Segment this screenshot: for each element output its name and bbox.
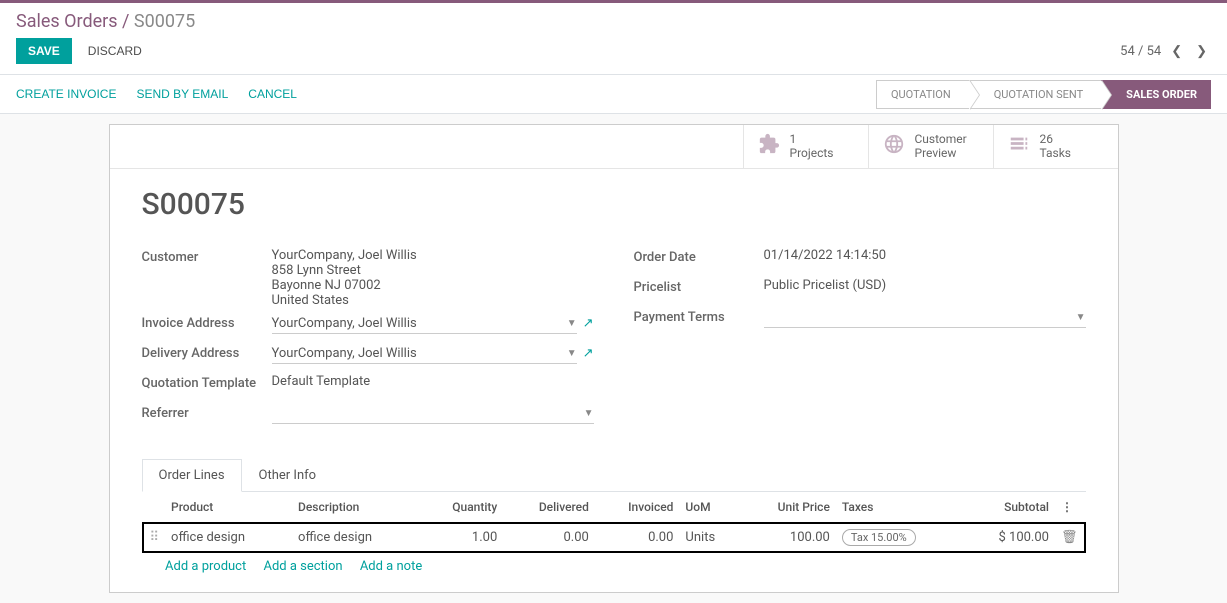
delivery-address-field[interactable]: YourCompany, Joel Willis	[272, 344, 561, 363]
pricelist-value: Public Pricelist (USD)	[764, 278, 1086, 293]
col-unit-price: Unit Price	[741, 492, 836, 523]
line-subtotal: $ 100.00	[963, 523, 1055, 552]
stat-preview[interactable]: Customer Preview	[868, 125, 993, 168]
drag-handle-icon[interactable]: ⠿	[150, 530, 160, 545]
puzzle-icon	[758, 133, 780, 159]
breadcrumb-parent[interactable]: Sales Orders	[16, 11, 118, 32]
chevron-down-icon[interactable]: ▼	[567, 348, 577, 359]
save-button[interactable]: SAVE	[16, 38, 72, 64]
order-date-value: 01/14/2022 14:14:50	[764, 248, 1086, 263]
customer-label: Customer	[142, 248, 272, 265]
referrer-label: Referrer	[142, 404, 272, 421]
status-steps: QUOTATION QUOTATION SENT SALES ORDER	[876, 80, 1211, 109]
col-product: Product	[165, 492, 292, 523]
breadcrumb-current: S00075	[134, 11, 195, 32]
delivery-address-label: Delivery Address	[142, 344, 272, 361]
col-taxes: Taxes	[836, 492, 963, 523]
customer-value: YourCompany, Joel Willis 858 Lynn Street…	[272, 248, 594, 308]
line-delivered[interactable]: 0.00	[503, 523, 595, 552]
pager: 54 / 54 ❮ ❯	[1120, 40, 1211, 63]
tab-order-lines[interactable]: Order Lines	[142, 459, 242, 492]
col-description: Description	[292, 492, 419, 523]
payment-terms-label: Payment Terms	[634, 308, 764, 325]
line-quantity[interactable]: 1.00	[419, 523, 503, 552]
breadcrumb: Sales Orders / S00075	[16, 11, 1211, 38]
order-date-label: Order Date	[634, 248, 764, 265]
table-row[interactable]: ⠿ office design office design 1.00 0.00 …	[143, 523, 1085, 552]
stat-preview-bottom: Preview	[915, 146, 967, 160]
stat-preview-top: Customer	[915, 132, 967, 146]
create-invoice-button[interactable]: CREATE INVOICE	[16, 79, 116, 109]
col-quantity: Quantity	[419, 492, 503, 523]
external-link-icon[interactable]: ↗	[583, 316, 594, 331]
tasks-icon	[1008, 133, 1030, 159]
stat-tasks[interactable]: 26 Tasks	[993, 125, 1118, 168]
tab-other-info[interactable]: Other Info	[242, 459, 334, 492]
col-invoiced: Invoiced	[595, 492, 680, 523]
col-subtotal: Subtotal	[963, 492, 1055, 523]
tax-badge[interactable]: Tax 15.00%	[842, 529, 916, 546]
col-uom: UoM	[679, 492, 741, 523]
stat-projects-count: 1	[790, 132, 834, 146]
globe-icon	[883, 133, 905, 159]
stat-projects[interactable]: 1 Projects	[743, 125, 868, 168]
pricelist-label: Pricelist	[634, 278, 764, 295]
add-product-link[interactable]: Add a product	[165, 559, 246, 574]
send-by-email-button[interactable]: SEND BY EMAIL	[136, 79, 228, 109]
status-quotation-sent[interactable]: QUOTATION SENT	[969, 80, 1101, 109]
pager-text: 54 / 54	[1120, 44, 1161, 59]
line-product[interactable]: office design	[171, 530, 245, 545]
pager-prev-icon[interactable]: ❮	[1167, 40, 1186, 63]
line-invoiced: 0.00	[595, 523, 680, 552]
stat-tasks-label: Tasks	[1040, 146, 1072, 160]
add-section-link[interactable]: Add a section	[263, 559, 342, 574]
invoice-address-label: Invoice Address	[142, 314, 272, 331]
add-note-link[interactable]: Add a note	[360, 559, 422, 574]
line-description[interactable]: office design	[292, 523, 419, 552]
pager-next-icon[interactable]: ❯	[1192, 40, 1211, 63]
line-uom[interactable]: Units	[679, 523, 741, 552]
col-delivered: Delivered	[503, 492, 595, 523]
discard-button[interactable]: DISCARD	[80, 38, 150, 64]
chevron-down-icon[interactable]: ▼	[567, 318, 577, 329]
line-unit-price[interactable]: 100.00	[741, 523, 836, 552]
trash-icon[interactable]: 🗑	[1061, 530, 1078, 545]
stat-tasks-count: 26	[1040, 132, 1072, 146]
invoice-address-field[interactable]: YourCompany, Joel Willis	[272, 314, 561, 333]
status-sales-order[interactable]: SALES ORDER	[1101, 80, 1211, 109]
payment-terms-field[interactable]: ▼	[764, 308, 1086, 328]
chevron-down-icon[interactable]: ▼	[1076, 312, 1086, 323]
external-link-icon[interactable]: ↗	[583, 346, 594, 361]
chevron-down-icon[interactable]: ▼	[584, 408, 594, 419]
cancel-button[interactable]: CANCEL	[248, 79, 297, 109]
order-title: S00075	[142, 187, 1086, 222]
stat-projects-label: Projects	[790, 146, 834, 160]
status-quotation[interactable]: QUOTATION	[876, 80, 969, 109]
referrer-field[interactable]: ▼	[272, 404, 594, 424]
quotation-template-value[interactable]: Default Template	[272, 374, 594, 389]
quotation-template-label: Quotation Template	[142, 374, 272, 391]
more-columns-icon[interactable]: ⋮	[1061, 500, 1073, 514]
